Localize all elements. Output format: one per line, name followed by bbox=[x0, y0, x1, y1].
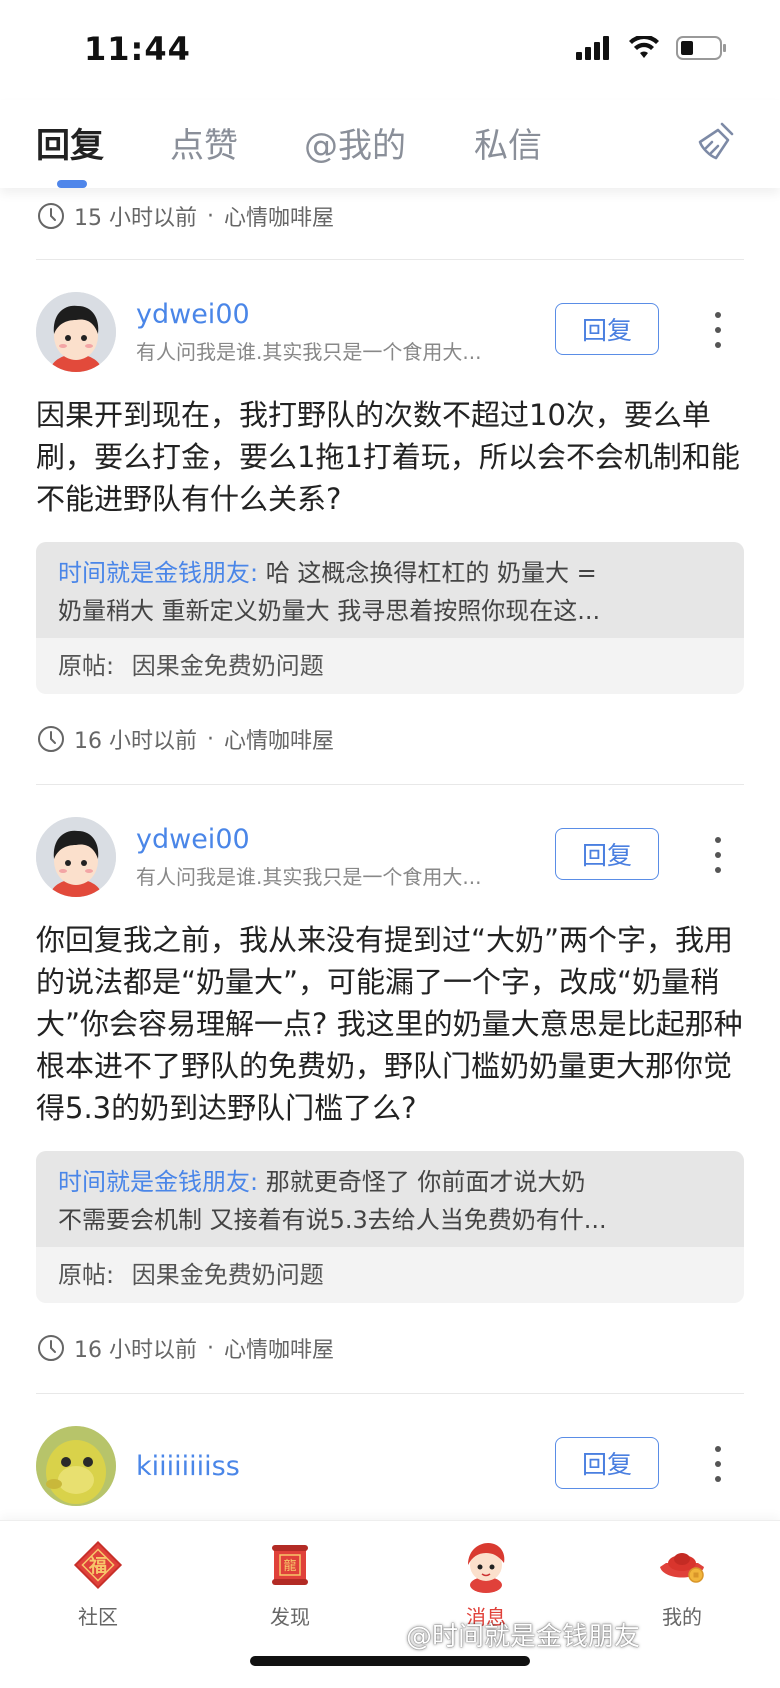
quoted-text-line1: 那就更奇怪了 你前面才说大奶 bbox=[258, 1168, 586, 1196]
original-post-label: 原帖: bbox=[58, 1261, 115, 1289]
clock-icon bbox=[38, 1335, 64, 1361]
nav-label: 社区 bbox=[78, 1605, 118, 1629]
nav-label: 我的 bbox=[662, 1605, 702, 1629]
message-character-icon bbox=[468, 1543, 505, 1593]
dragon-scroll-icon: 龍 bbox=[272, 1545, 308, 1585]
reply-item[interactable]: ydwei00 有人问我是谁.其实我只是一个食用大... 回复 因果开到现在，我… bbox=[36, 260, 744, 785]
quoted-text-line2: 不需要会机制 又接着有说5.3去给人当免费奶有什... bbox=[58, 1206, 607, 1234]
username[interactable]: ydwei00 bbox=[136, 299, 516, 330]
reply-button[interactable]: 回复 bbox=[555, 1437, 659, 1489]
more-options-icon[interactable] bbox=[708, 833, 728, 877]
signal-icon bbox=[576, 36, 609, 60]
watermark: @时间就是金钱朋友 bbox=[406, 1622, 641, 1652]
nav-discover[interactable]: 龍 发现 bbox=[230, 1537, 350, 1630]
quoted-author[interactable]: 时间就是金钱朋友: bbox=[58, 559, 258, 587]
post-forum[interactable]: 心情咖啡屋 bbox=[224, 1332, 334, 1364]
reply-item[interactable]: kiiiiiiiiss 回复 bbox=[36, 1394, 744, 1508]
clear-broom-icon[interactable] bbox=[692, 118, 740, 166]
tab-likes[interactable]: 点赞 bbox=[170, 118, 238, 167]
meta-separator: · bbox=[207, 1335, 214, 1361]
post-meta: 15 小时以前 · 心情咖啡屋 bbox=[36, 188, 744, 244]
nav-label: 发现 bbox=[270, 1605, 310, 1629]
avatar[interactable] bbox=[36, 292, 116, 372]
original-post[interactable]: 原帖: 因果金免费奶问题 bbox=[36, 1247, 744, 1303]
original-post-title[interactable]: 因果金免费奶问题 bbox=[132, 652, 324, 680]
avatar[interactable] bbox=[36, 1426, 116, 1506]
post-meta: 16 小时以前 · 心情咖啡屋 bbox=[36, 1303, 744, 1393]
battery-icon bbox=[676, 36, 726, 60]
status-indicators bbox=[576, 36, 728, 60]
reply-body[interactable]: 因果开到现在，我打野队的次数不超过10次，要么单刷，要么打金，要么1拖1打着玩，… bbox=[36, 394, 744, 520]
reply-body[interactable]: 你回复我之前，我从来没有提到过“大奶”两个字，我用的说法都是“奶量大”，可能漏了… bbox=[36, 919, 744, 1129]
quoted-author[interactable]: 时间就是金钱朋友: bbox=[58, 1168, 258, 1196]
tab-replies[interactable]: 回复 bbox=[36, 118, 104, 167]
quoted-comment[interactable]: 时间就是金钱朋友: 哈 这概念换得杠杠的 奶量大 = 奶量稍大 重新定义奶量大 … bbox=[36, 542, 744, 694]
reply-feed[interactable]: 15 小时以前 · 心情咖啡屋 ydwei00 有人问我是谁.其实我只是一个食用… bbox=[36, 188, 744, 1520]
post-forum[interactable]: 心情咖啡屋 bbox=[224, 200, 334, 232]
post-time: 16 小时以前 bbox=[74, 1338, 197, 1363]
user-signature: 有人问我是谁.其实我只是一个食用大... bbox=[136, 340, 482, 364]
status-bar: 11:44 bbox=[0, 0, 780, 100]
reply-item[interactable]: ydwei00 有人问我是谁.其实我只是一个食用大... 回复 你回复我之前，我… bbox=[36, 785, 744, 1394]
quoted-text-line2: 奶量稍大 重新定义奶量大 我寻思着按照你现在这... bbox=[58, 597, 601, 625]
more-options-icon[interactable] bbox=[708, 308, 728, 352]
quoted-text-line1: 哈 这概念换得杠杠的 奶量大 = bbox=[258, 559, 597, 587]
post-time: 16 小时以前 bbox=[74, 729, 197, 754]
gold-ingot-icon bbox=[660, 1553, 704, 1583]
svg-text:福: 福 bbox=[88, 1555, 107, 1577]
meta-separator: · bbox=[207, 726, 214, 752]
original-post-title[interactable]: 因果金免费奶问题 bbox=[132, 1261, 324, 1289]
reply-button[interactable]: 回复 bbox=[555, 828, 659, 880]
user-signature: 有人问我是谁.其实我只是一个食用大... bbox=[136, 865, 482, 889]
post-meta: 16 小时以前 · 心情咖啡屋 bbox=[36, 694, 744, 784]
original-post[interactable]: 原帖: 因果金免费奶问题 bbox=[36, 638, 744, 694]
post-time: 15 小时以前 bbox=[74, 206, 197, 231]
tab-bar: 回复 点赞 @我的 私信 bbox=[0, 100, 780, 188]
reply-button[interactable]: 回复 bbox=[555, 303, 659, 355]
meta-separator: · bbox=[207, 203, 214, 229]
nav-community[interactable]: 福 社区 bbox=[38, 1537, 158, 1630]
username[interactable]: ydwei00 bbox=[136, 824, 516, 855]
original-post-label: 原帖: bbox=[58, 652, 115, 680]
home-indicator[interactable] bbox=[250, 1656, 530, 1666]
tab-messages[interactable]: 私信 bbox=[474, 118, 542, 167]
fu-icon: 福 bbox=[73, 1540, 123, 1590]
avatar[interactable] bbox=[36, 817, 116, 897]
username[interactable]: kiiiiiiiiss bbox=[136, 1451, 516, 1482]
svg-text:龍: 龍 bbox=[283, 1558, 296, 1574]
post-forum[interactable]: 心情咖啡屋 bbox=[224, 723, 334, 755]
status-time: 11:44 bbox=[84, 30, 191, 68]
quoted-comment[interactable]: 时间就是金钱朋友: 那就更奇怪了 你前面才说大奶 不需要会机制 又接着有说5.3… bbox=[36, 1151, 744, 1303]
wifi-icon bbox=[629, 36, 659, 58]
clock-icon bbox=[38, 203, 64, 229]
tab-mentions[interactable]: @我的 bbox=[304, 118, 406, 167]
active-tab-indicator bbox=[57, 180, 87, 188]
clock-icon bbox=[38, 726, 64, 752]
more-options-icon[interactable] bbox=[708, 1442, 728, 1486]
